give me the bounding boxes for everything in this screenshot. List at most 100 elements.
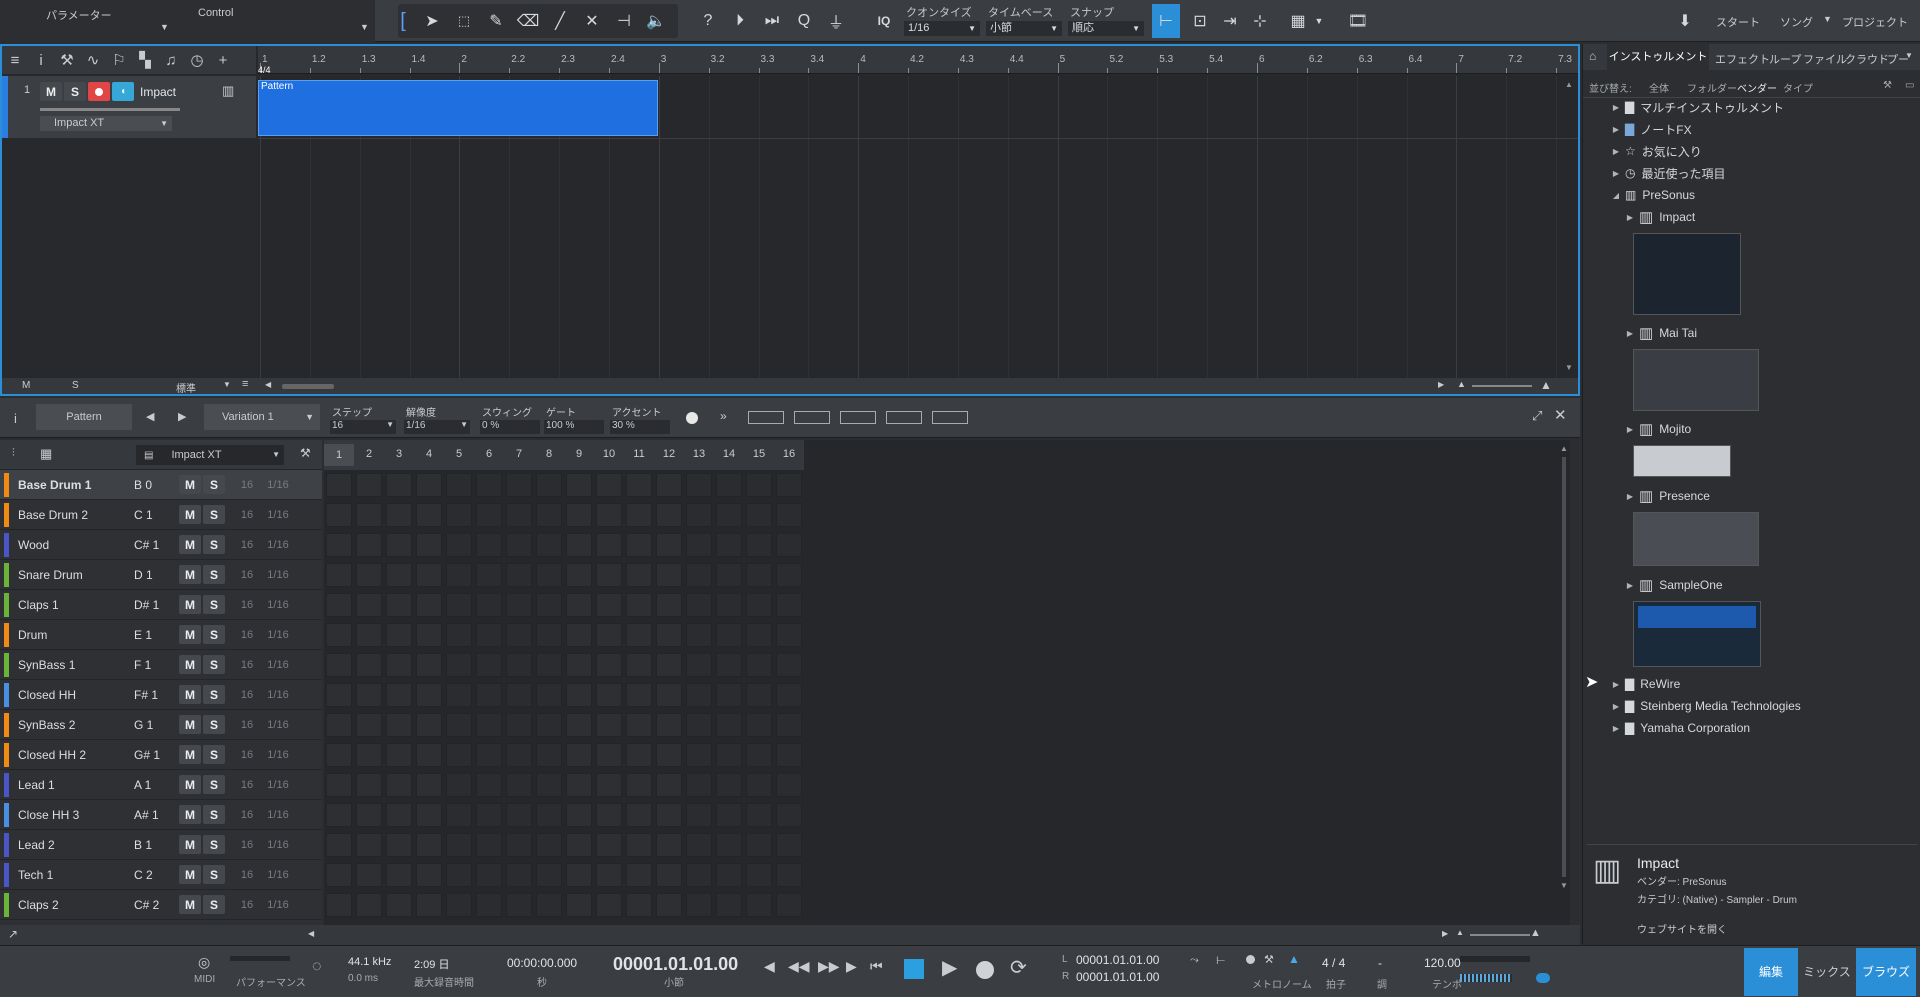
step-cell[interactable] bbox=[716, 473, 742, 497]
arranger-icon[interactable]: ♫ bbox=[158, 52, 184, 69]
tempo-icon[interactable]: ◷ bbox=[184, 51, 210, 69]
track-mute-button[interactable]: M bbox=[40, 82, 62, 101]
instrument-steps[interactable]: 16 bbox=[233, 809, 261, 821]
step-cell[interactable] bbox=[356, 623, 382, 647]
step-cell[interactable] bbox=[566, 563, 592, 587]
maitai-thumbnail[interactable] bbox=[1633, 349, 1759, 411]
instrument-resolution[interactable]: 1/16 bbox=[261, 599, 295, 611]
step-cell[interactable] bbox=[716, 863, 742, 887]
step-cell[interactable] bbox=[536, 503, 562, 527]
step-cell[interactable] bbox=[776, 623, 802, 647]
step-cell[interactable] bbox=[356, 773, 382, 797]
instrument-resolution[interactable]: 1/16 bbox=[261, 659, 295, 671]
goto-end-icon[interactable]: ▶ bbox=[846, 958, 857, 975]
step-cell[interactable] bbox=[476, 683, 502, 707]
step-cell[interactable] bbox=[716, 743, 742, 767]
step-cell[interactable] bbox=[506, 623, 532, 647]
step-cell[interactable] bbox=[626, 623, 652, 647]
step-cell[interactable] bbox=[656, 743, 682, 767]
instrument-row[interactable]: Claps 2 C# 2 M S 16 1/16 bbox=[0, 890, 322, 920]
step-cell[interactable] bbox=[356, 893, 382, 917]
browser-item-favorites[interactable]: ▶ ☆ お気に入り bbox=[1609, 141, 1702, 161]
instrument-name[interactable]: Lead 2 bbox=[9, 838, 134, 852]
step-cell[interactable] bbox=[476, 833, 502, 857]
step-number[interactable]: 9 bbox=[564, 448, 594, 460]
step-cell[interactable] bbox=[476, 713, 502, 737]
instrument-note[interactable]: B 0 bbox=[134, 478, 179, 492]
instrument-solo-button[interactable]: S bbox=[203, 565, 225, 584]
step-cell[interactable] bbox=[716, 563, 742, 587]
step-cell[interactable] bbox=[476, 623, 502, 647]
instrument-name[interactable]: Claps 2 bbox=[9, 898, 134, 912]
chevron-down-icon[interactable]: ▼ bbox=[223, 380, 231, 389]
pattern-scrollbar[interactable]: ▲ ▼ bbox=[1560, 444, 1570, 924]
open-website-link[interactable]: ウェブサイトを開く bbox=[1637, 921, 1727, 936]
step-number[interactable]: 11 bbox=[624, 448, 654, 460]
step-cell[interactable] bbox=[686, 473, 712, 497]
forward-icon[interactable]: ▶▶ bbox=[818, 958, 840, 975]
global-mute-button[interactable]: M bbox=[22, 380, 30, 391]
step-cell[interactable] bbox=[626, 833, 652, 857]
step-cell[interactable] bbox=[326, 533, 352, 557]
step-cell[interactable] bbox=[506, 683, 532, 707]
step-cell[interactable] bbox=[776, 593, 802, 617]
step-cell[interactable] bbox=[566, 893, 592, 917]
instrument-solo-button[interactable]: S bbox=[203, 505, 225, 524]
step-cell[interactable] bbox=[566, 623, 592, 647]
view-mix-button[interactable]: ミックス bbox=[1800, 948, 1854, 996]
step-cell[interactable] bbox=[416, 623, 442, 647]
browser-item-sampleone[interactable]: ▶ ▥ SampleOne bbox=[1623, 575, 1723, 595]
instrument-row[interactable]: SynBass 1F 1 M S 16 1/16 bbox=[0, 650, 322, 680]
variation-select[interactable]: Variation 1 ▼ bbox=[204, 404, 320, 430]
step-cell[interactable] bbox=[326, 803, 352, 827]
step-cell[interactable] bbox=[626, 743, 652, 767]
zoom-in-icon[interactable]: ▲ bbox=[1540, 378, 1552, 392]
step-cell[interactable] bbox=[596, 833, 622, 857]
zoom-in-icon[interactable]: ▲ bbox=[1530, 927, 1541, 939]
instrument-row[interactable]: Close HH 3 A# 1 M S 16 1/16 bbox=[0, 800, 322, 830]
loop-start[interactable]: 00001.01.01.00 bbox=[1076, 953, 1159, 967]
step-cell[interactable] bbox=[356, 593, 382, 617]
step-cell[interactable] bbox=[566, 503, 592, 527]
keyboard-icon[interactable]: ▥ bbox=[222, 83, 234, 99]
step-cell[interactable] bbox=[506, 743, 532, 767]
instrument-steps[interactable]: 16 bbox=[233, 569, 261, 581]
step-cell[interactable] bbox=[506, 833, 532, 857]
step-cell[interactable] bbox=[536, 893, 562, 917]
scroll-right-icon[interactable]: ▶ bbox=[1442, 929, 1448, 938]
step-number[interactable]: 10 bbox=[594, 448, 624, 460]
instrument-row[interactable]: Snare Drum D 1 M S 16 1/16 bbox=[0, 560, 322, 590]
instrument-name[interactable]: Claps 1 bbox=[9, 598, 134, 612]
tab-cloud[interactable]: クラウド bbox=[1845, 51, 1889, 67]
step-cell[interactable] bbox=[656, 503, 682, 527]
step-cell[interactable] bbox=[536, 803, 562, 827]
step-cell[interactable] bbox=[566, 713, 592, 737]
step-cell[interactable] bbox=[746, 743, 772, 767]
step-cell[interactable] bbox=[746, 803, 772, 827]
step-cell[interactable] bbox=[566, 683, 592, 707]
goto-start-icon[interactable]: ⏮ bbox=[870, 958, 883, 975]
step-cell[interactable] bbox=[416, 893, 442, 917]
instrument-row[interactable]: Claps 1 D# 1 M S 16 1/16 bbox=[0, 590, 322, 620]
instrument-mute-button[interactable]: M bbox=[179, 685, 201, 704]
step-cell[interactable] bbox=[746, 683, 772, 707]
step-cell[interactable] bbox=[566, 803, 592, 827]
step-cell[interactable] bbox=[626, 563, 652, 587]
step-cell[interactable] bbox=[326, 503, 352, 527]
step-cell[interactable] bbox=[416, 593, 442, 617]
sort-type[interactable]: タイプ bbox=[1783, 80, 1813, 95]
step-cell[interactable] bbox=[446, 893, 472, 917]
play-bracket-icon[interactable]: ⏵ bbox=[726, 6, 754, 36]
snap-end-icon[interactable]: ⇥ bbox=[1216, 6, 1244, 36]
step-cell[interactable] bbox=[386, 713, 412, 737]
step-number[interactable]: 3 bbox=[384, 448, 414, 460]
time-seconds[interactable]: 00:00:00.000 bbox=[507, 956, 577, 970]
automation-icon[interactable]: ∿ bbox=[80, 51, 106, 69]
step-cell[interactable] bbox=[386, 533, 412, 557]
step-cell[interactable] bbox=[686, 683, 712, 707]
instrument-mute-button[interactable]: M bbox=[179, 625, 201, 644]
instrument-row[interactable]: SynBass 2G 1 M S 16 1/16 bbox=[0, 710, 322, 740]
instrument-resolution[interactable]: 1/16 bbox=[261, 779, 295, 791]
instrument-steps[interactable]: 16 bbox=[233, 539, 261, 551]
step-cell[interactable] bbox=[326, 713, 352, 737]
